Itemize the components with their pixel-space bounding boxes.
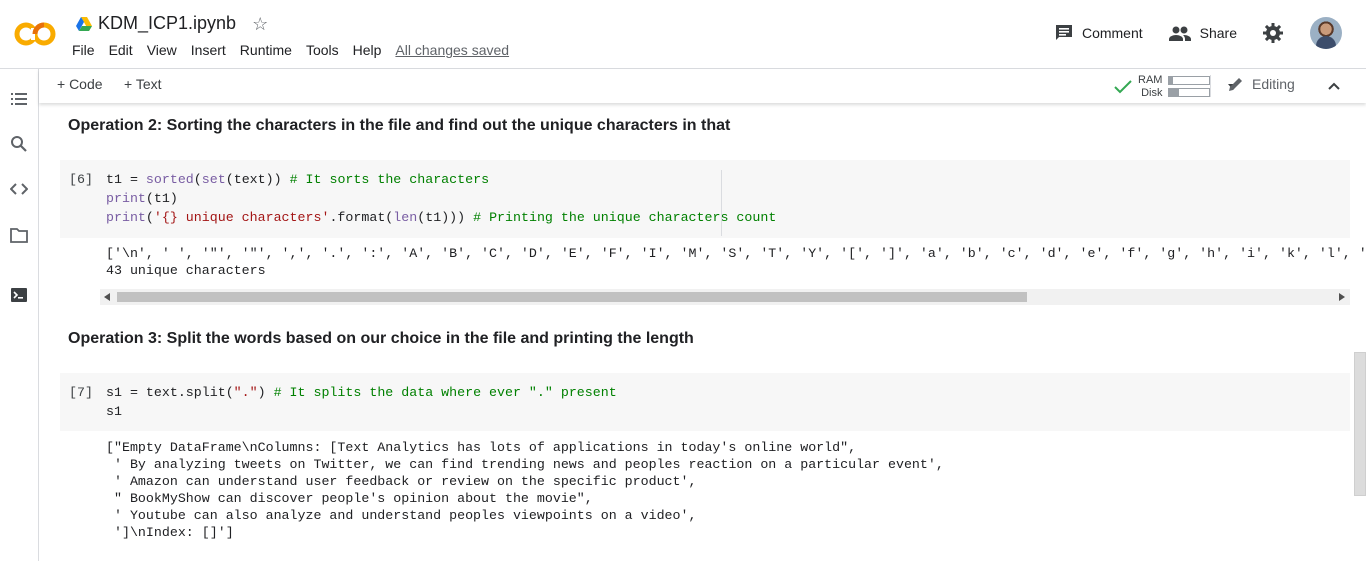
pencil-icon xyxy=(1229,78,1242,91)
search-icon[interactable] xyxy=(10,135,28,153)
avatar[interactable] xyxy=(1310,17,1342,49)
text-cell-operation-2[interactable]: Operation 2: Sorting the characters in t… xyxy=(68,117,730,135)
scrollbar-thumb[interactable] xyxy=(117,292,1027,302)
share-button[interactable]: Share xyxy=(1168,25,1237,41)
disk-label: Disk xyxy=(1141,86,1163,99)
cell-6-output-line: ['\n', ' ', '"', '"', ',', '.', ':', 'A'… xyxy=(106,246,1366,261)
header: KDM_ICP1.ipynb ☆ File Edit View Insert R… xyxy=(0,0,1366,69)
editing-label: Editing xyxy=(1252,76,1295,92)
left-rail xyxy=(0,69,39,561)
share-label: Share xyxy=(1199,25,1237,41)
menu-view[interactable]: View xyxy=(147,42,177,58)
output-line: ["Empty DataFrame\nColumns: [Text Analyt… xyxy=(106,440,857,455)
comment-icon xyxy=(1055,25,1072,40)
editing-mode-button[interactable]: Editing xyxy=(1228,76,1295,92)
menu-runtime[interactable]: Runtime xyxy=(240,42,292,58)
execution-count[interactable]: [7] xyxy=(69,385,93,400)
cell-6-output-count: 43 unique characters xyxy=(106,263,266,278)
menu-tools[interactable]: Tools xyxy=(306,42,339,58)
menu-bar: File Edit View Insert Runtime Tools Help… xyxy=(72,42,523,58)
add-text-button[interactable]: + Text xyxy=(124,76,162,92)
ram-disk-indicator[interactable]: RAM Disk xyxy=(1114,73,1239,100)
toolbar-divider xyxy=(1210,75,1211,97)
scroll-left-icon[interactable] xyxy=(104,293,110,301)
output-line: ' Amazon can understand user feedback or… xyxy=(106,474,697,489)
menu-insert[interactable]: Insert xyxy=(191,42,226,58)
ram-label: RAM xyxy=(1138,73,1163,86)
ram-meter xyxy=(1168,76,1211,85)
menu-edit[interactable]: Edit xyxy=(109,42,133,58)
comment-label: Comment xyxy=(1081,25,1143,41)
code-snippets-icon[interactable] xyxy=(10,180,28,198)
disk-meter xyxy=(1168,88,1211,97)
menu-help[interactable]: Help xyxy=(353,42,382,58)
output-line: ' By analyzing tweets on Twitter, we can… xyxy=(106,457,944,472)
output-line: " BookMyShow can discover people's opini… xyxy=(106,491,593,506)
text-cell-operation-3[interactable]: Operation 3: Split the words based on ou… xyxy=(68,330,694,348)
add-code-button[interactable]: + Code xyxy=(57,76,103,92)
people-icon xyxy=(1168,26,1191,41)
notebook-toolbar: + Code + Text RAM Disk Editing xyxy=(39,69,1366,103)
page-vertical-scrollbar[interactable] xyxy=(1354,352,1366,496)
code-editor[interactable]: t1 = sorted(set(text)) # It sorts the ch… xyxy=(106,170,776,227)
notebook-title[interactable]: KDM_ICP1.ipynb xyxy=(98,13,236,34)
table-of-contents-icon[interactable] xyxy=(10,90,28,108)
menu-file[interactable]: File xyxy=(72,42,95,58)
drive-icon xyxy=(76,16,92,31)
saved-status[interactable]: All changes saved xyxy=(395,42,509,58)
execution-count[interactable]: [6] xyxy=(69,172,93,187)
folder-icon[interactable] xyxy=(10,226,28,244)
comment-button[interactable]: Comment xyxy=(1055,24,1143,42)
terminal-icon[interactable] xyxy=(10,286,28,304)
output-horizontal-scrollbar[interactable] xyxy=(100,289,1350,305)
star-icon[interactable]: ☆ xyxy=(252,15,268,33)
output-line: ']\nIndex: []'] xyxy=(106,525,234,540)
colab-logo[interactable] xyxy=(14,20,56,48)
output-line: ' Youtube can also analyze and understan… xyxy=(106,508,697,523)
check-icon xyxy=(1114,79,1132,93)
code-ruler xyxy=(721,170,722,236)
code-cell-6[interactable]: [6] t1 = sorted(set(text)) # It sorts th… xyxy=(60,160,1350,238)
chevron-up-icon[interactable] xyxy=(1328,82,1340,90)
settings-button[interactable] xyxy=(1263,23,1292,43)
code-cell-7[interactable]: [7] s1 = text.split(".") # It splits the… xyxy=(60,373,1350,431)
code-editor[interactable]: s1 = text.split(".") # It splits the dat… xyxy=(106,383,617,421)
scroll-right-icon[interactable] xyxy=(1339,293,1345,301)
gear-icon xyxy=(1263,23,1283,43)
